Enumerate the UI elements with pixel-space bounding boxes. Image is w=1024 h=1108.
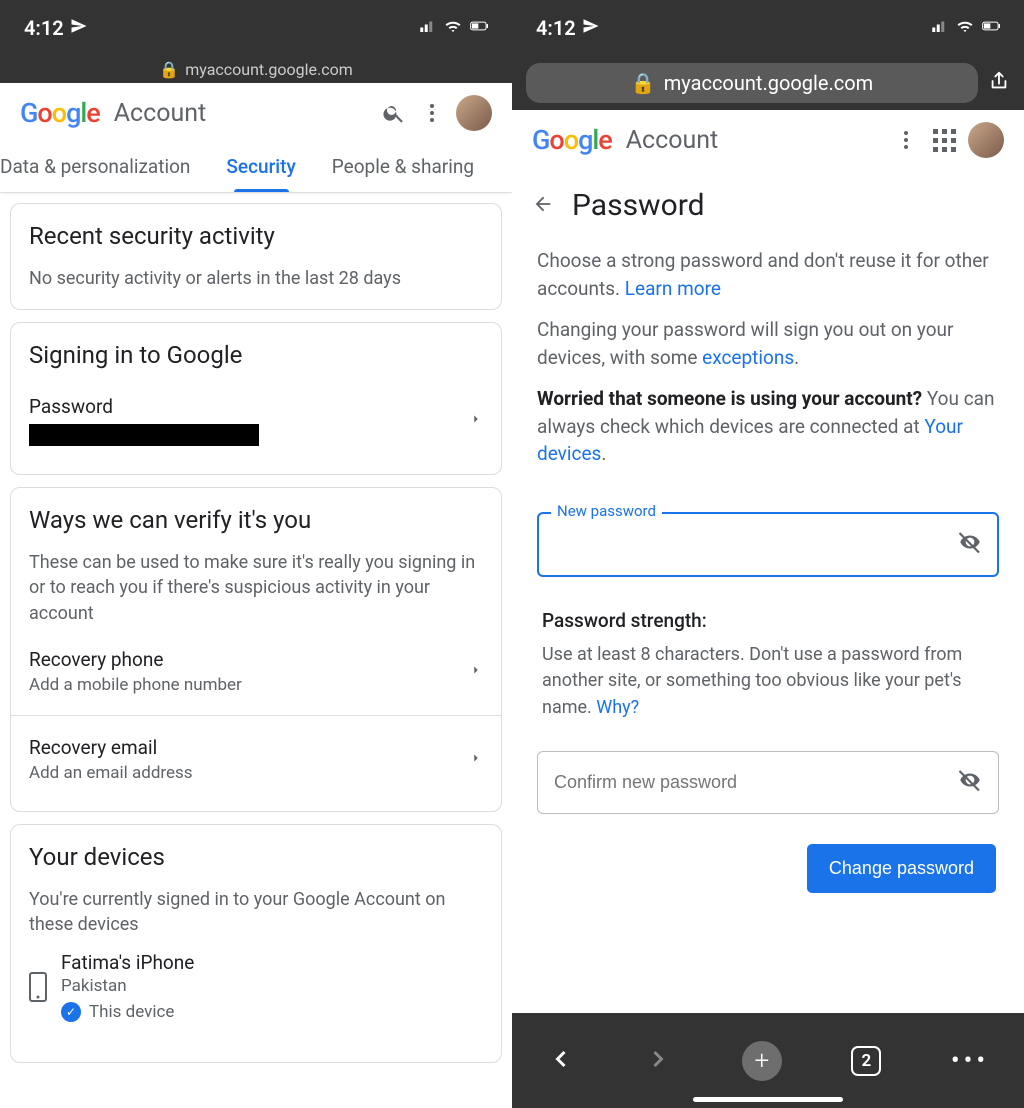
url-bar: 🔒 myaccount.google.com <box>512 55 1024 110</box>
lock-icon: 🔒 <box>631 71 656 95</box>
new-tab-button[interactable]: + <box>742 1041 782 1081</box>
row-password[interactable]: Password <box>29 385 483 456</box>
strength-block: Password strength: Use at least 8 charac… <box>512 577 1024 721</box>
recovery-email-desc: Add an email address <box>29 763 469 783</box>
card-recent-activity: Recent security activity No security act… <box>10 203 502 310</box>
url-text: myaccount.google.com <box>664 71 873 95</box>
avatar[interactable] <box>968 122 1004 158</box>
status-bar: 4:12 <box>512 0 1024 55</box>
forward-icon[interactable] <box>644 1045 672 1077</box>
exceptions-link[interactable]: exceptions <box>702 346 794 369</box>
new-password-wrap: New password <box>537 512 999 577</box>
row-recovery-email[interactable]: Recovery email Add an email address <box>29 726 483 793</box>
right-screenshot: 4:12 🔒 myaccount.google.com Google Accou… <box>512 0 1024 1108</box>
menu-dots-icon[interactable]: ••• <box>951 1046 989 1076</box>
account-word: Account <box>114 99 207 128</box>
lock-icon: 🔒 <box>159 60 179 79</box>
change-password-button[interactable]: Change password <box>807 844 996 893</box>
device-row[interactable]: Fatima's iPhone Pakistan ✓ This device <box>29 951 483 1022</box>
learn-more-link[interactable]: Learn more <box>625 277 721 300</box>
back-arrow-icon[interactable] <box>532 193 554 219</box>
home-indicator <box>693 1097 843 1102</box>
share-icon[interactable] <box>988 70 1010 96</box>
account-word: Account <box>626 126 719 155</box>
url-text: myaccount.google.com <box>185 60 353 79</box>
device-location: Pakistan <box>61 976 194 996</box>
back-icon[interactable] <box>547 1045 575 1077</box>
tabs: Data & personalization Security People &… <box>0 143 512 193</box>
eye-off-icon[interactable] <box>957 529 983 559</box>
wifi-icon <box>444 16 462 40</box>
google-logo: Google <box>532 124 612 156</box>
avatar[interactable] <box>456 95 492 131</box>
browser-toolbar: + 2 ••• <box>512 1013 1024 1108</box>
more-icon[interactable] <box>892 126 920 154</box>
recovery-email-title: Recovery email <box>29 736 469 759</box>
battery-icon <box>470 16 488 40</box>
tab-data-personalization[interactable]: Data & personalization <box>0 143 208 192</box>
status-time: 4:12 <box>24 16 64 40</box>
status-bar: 4:12 <box>0 0 512 55</box>
verify-title: Ways we can verify it's you <box>29 506 483 534</box>
body-text: Choose a strong password and don't reuse… <box>512 233 1024 482</box>
status-time: 4:12 <box>536 16 576 40</box>
battery-icon <box>982 16 1000 40</box>
recent-title: Recent security activity <box>29 222 483 250</box>
card-devices: Your devices You're currently signed in … <box>10 824 502 1063</box>
strength-title: Password strength: <box>542 607 994 635</box>
devices-sub: You're currently signed in to your Googl… <box>29 887 483 937</box>
card-signin: Signing in to Google Password <box>10 322 502 475</box>
chevron-right-icon <box>469 662 483 681</box>
recovery-phone-desc: Add a mobile phone number <box>29 675 469 695</box>
chevron-right-icon <box>469 750 483 769</box>
this-device-label: This device <box>89 1002 174 1022</box>
more-icon[interactable] <box>418 99 446 127</box>
device-name: Fatima's iPhone <box>61 951 194 974</box>
signal-icon <box>418 16 436 40</box>
confirm-password-input[interactable] <box>537 751 999 814</box>
recovery-phone-title: Recovery phone <box>29 648 469 671</box>
google-logo: Google <box>20 97 100 129</box>
check-icon: ✓ <box>61 1002 81 1022</box>
app-header: Google Account <box>0 83 512 143</box>
why-link[interactable]: Why? <box>596 697 639 718</box>
apps-grid-icon[interactable] <box>930 126 958 154</box>
phone-icon <box>29 972 47 1002</box>
password-redacted <box>29 424 259 446</box>
card-verify: Ways we can verify it's you These can be… <box>10 487 502 812</box>
eye-off-icon[interactable] <box>957 767 983 797</box>
chevron-right-icon <box>469 411 483 430</box>
url-pill[interactable]: 🔒 myaccount.google.com <box>526 63 978 103</box>
left-screenshot: 4:12 🔒 myaccount.google.com Google Accou… <box>0 0 512 1108</box>
tab-security[interactable]: Security <box>208 143 313 192</box>
content: Recent security activity No security act… <box>0 193 512 1108</box>
recent-sub: No security activity or alerts in the la… <box>29 266 483 291</box>
divider <box>11 715 501 716</box>
new-password-label: New password <box>551 502 662 520</box>
verify-sub: These can be used to make sure it's real… <box>29 550 483 626</box>
location-icon <box>582 16 600 40</box>
location-icon <box>70 16 88 40</box>
url-bar-small[interactable]: 🔒 myaccount.google.com <box>0 55 512 83</box>
signin-title: Signing in to Google <box>29 341 483 369</box>
devices-title: Your devices <box>29 843 483 871</box>
app-header: Google Account <box>512 110 1024 170</box>
confirm-password-wrap <box>537 751 999 814</box>
wifi-icon <box>956 16 974 40</box>
search-icon[interactable] <box>380 99 408 127</box>
new-password-input[interactable] <box>537 512 999 577</box>
page-title: Password <box>572 188 705 223</box>
tab-count[interactable]: 2 <box>851 1046 881 1076</box>
signal-icon <box>930 16 948 40</box>
row-recovery-phone[interactable]: Recovery phone Add a mobile phone number <box>29 638 483 705</box>
tab-people-sharing[interactable]: People & sharing <box>314 143 492 192</box>
password-label: Password <box>29 395 469 418</box>
